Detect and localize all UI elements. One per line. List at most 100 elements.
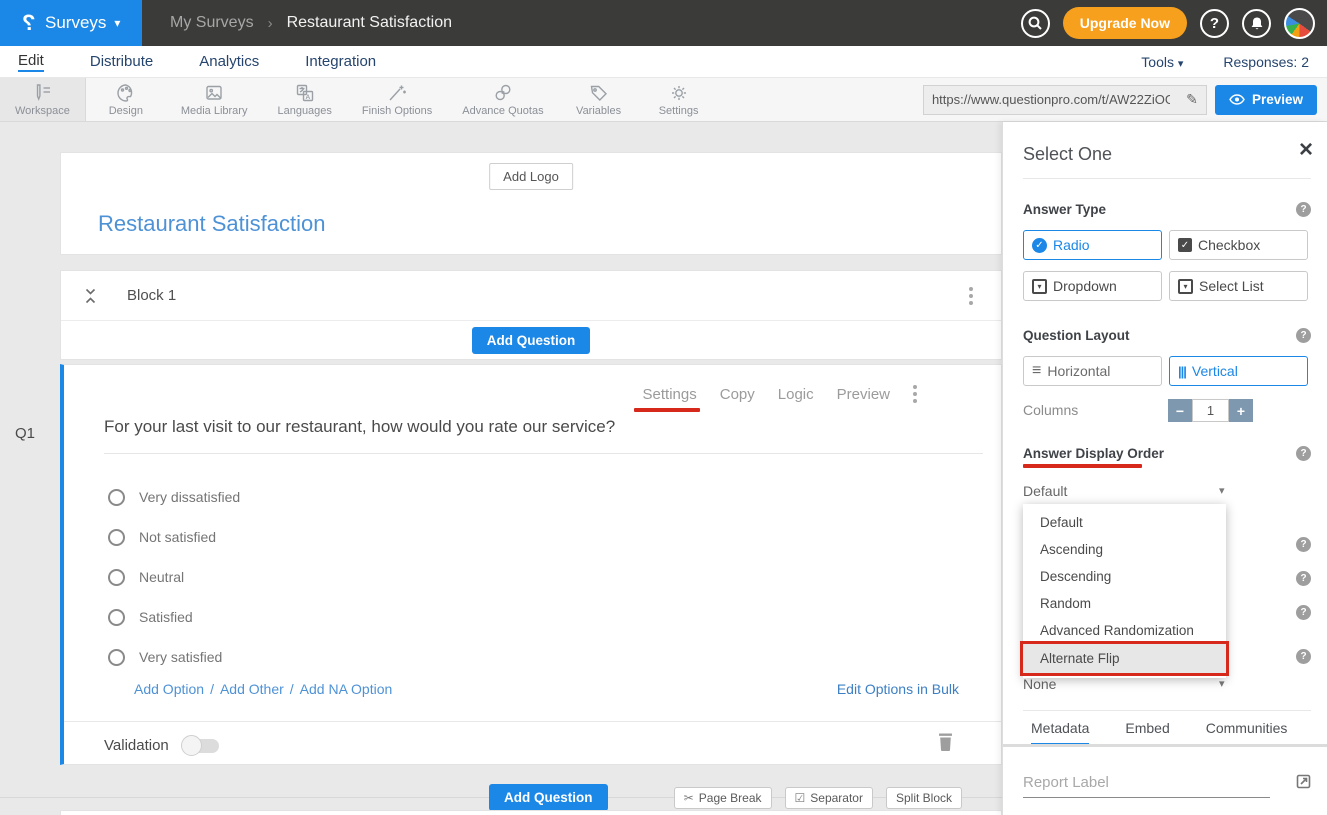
tab-metadata[interactable]: Metadata: [1031, 720, 1089, 746]
none-select[interactable]: None ▾: [1023, 676, 1233, 692]
hidden-setting-help-icon[interactable]: ?: [1296, 537, 1311, 552]
toolbar-item-settings[interactable]: Settings: [639, 78, 719, 121]
edit-options-in-bulk-link[interactable]: Edit Options in Bulk: [837, 681, 959, 697]
toolbar-item-media-library[interactable]: Media Library: [166, 78, 263, 121]
panel-tabs-underline: [1003, 744, 1327, 747]
radio-icon[interactable]: [108, 569, 125, 586]
toolbar-item-advance-quotas[interactable]: Advance Quotas: [447, 78, 558, 121]
option-label[interactable]: Very satisfied: [139, 649, 222, 665]
hidden-setting-help-icon[interactable]: ?: [1296, 649, 1311, 664]
answer-display-order-label: Answer Display Order: [1023, 446, 1164, 461]
menu-item-advanced-randomization[interactable]: Advanced Randomization: [1023, 617, 1226, 644]
question-tab-copy[interactable]: Copy: [720, 386, 755, 403]
columns-label: Columns: [1023, 402, 1078, 418]
option-label[interactable]: Satisfied: [139, 609, 193, 625]
radio-icon[interactable]: [108, 609, 125, 626]
report-label-input[interactable]: [1023, 770, 1270, 798]
answer-type-select-list-button[interactable]: ▾ Select List: [1169, 271, 1308, 301]
help-button[interactable]: ?: [1200, 9, 1229, 38]
answer-display-order-help-icon[interactable]: ?: [1296, 446, 1311, 461]
help-icon: ?: [1210, 15, 1219, 32]
separator-button[interactable]: ☑ Separator: [785, 787, 873, 809]
question-tab-settings[interactable]: Settings: [643, 386, 697, 403]
survey-url-input[interactable]: [924, 92, 1178, 107]
columns-value[interactable]: 1: [1192, 399, 1229, 422]
menu-item-ascending[interactable]: Ascending: [1023, 536, 1226, 563]
tab-distribute[interactable]: Distribute: [90, 53, 153, 70]
question-text[interactable]: For your last visit to our restaurant, h…: [104, 417, 615, 437]
columns-stepper: − 1 +: [1168, 399, 1253, 422]
delete-question-button[interactable]: [938, 733, 953, 756]
add-na-option-link[interactable]: Add NA Option: [300, 681, 393, 697]
slash-separator: /: [210, 681, 214, 697]
close-panel-button[interactable]: ×: [1299, 138, 1313, 162]
option-label[interactable]: Neutral: [139, 569, 184, 585]
search-button[interactable]: [1021, 9, 1050, 38]
add-option-link[interactable]: Add Option: [134, 681, 204, 697]
option-label[interactable]: Not satisfied: [139, 529, 216, 545]
page-break-button[interactable]: ✂ Page Break: [674, 787, 772, 809]
questionpro-survey-editor: ? Surveys ▾ My Surveys › Restaurant Sati…: [0, 0, 1327, 815]
hidden-setting-help-icon[interactable]: ?: [1296, 571, 1311, 586]
split-block-button[interactable]: Split Block: [886, 787, 962, 809]
tab-edit[interactable]: Edit: [18, 52, 44, 72]
toolbar-item-design[interactable]: Design: [86, 78, 166, 121]
edit-url-pencil-icon[interactable]: ✎: [1178, 91, 1206, 108]
option-label[interactable]: Very dissatisfied: [139, 489, 240, 505]
block-title[interactable]: Block 1: [127, 287, 176, 304]
tab-communities[interactable]: Communities: [1206, 720, 1288, 746]
question-menu-button[interactable]: [913, 385, 917, 403]
toolbar-item-finish-options[interactable]: Finish Options: [347, 78, 447, 121]
menu-item-default[interactable]: Default: [1023, 509, 1226, 536]
breadcrumb: My Surveys › Restaurant Satisfaction: [170, 14, 452, 32]
hidden-setting-help-icon[interactable]: ?: [1296, 605, 1311, 620]
radio-icon[interactable]: [108, 529, 125, 546]
toolbar-item-languages[interactable]: A Languages: [262, 78, 346, 121]
radio-icon[interactable]: [108, 489, 125, 506]
surveys-product-menu[interactable]: ? Surveys ▾: [0, 0, 142, 46]
add-logo-button[interactable]: Add Logo: [489, 163, 573, 190]
answer-type-dropdown-button[interactable]: ▾ Dropdown: [1023, 271, 1162, 301]
columns-increment-button[interactable]: +: [1229, 399, 1253, 422]
tools-menu[interactable]: Tools ▾: [1141, 54, 1183, 70]
answer-type-checkbox-button[interactable]: ✓ Checkbox: [1169, 230, 1308, 260]
breadcrumb-separator-icon: ›: [268, 15, 273, 32]
tab-analytics[interactable]: Analytics: [199, 53, 259, 70]
notifications-button[interactable]: [1242, 9, 1271, 38]
report-label-field: [1023, 770, 1270, 798]
survey-title[interactable]: Restaurant Satisfaction: [98, 211, 325, 237]
answer-display-order-select[interactable]: Default ▾: [1023, 483, 1233, 499]
responses-count[interactable]: Responses: 2: [1223, 54, 1309, 70]
tab-integration[interactable]: Integration: [305, 53, 376, 70]
user-avatar[interactable]: [1284, 8, 1315, 39]
answer-option-row: Not satisfied: [108, 517, 240, 557]
breadcrumb-my-surveys[interactable]: My Surveys: [170, 14, 254, 32]
layout-vertical-button[interactable]: ||| Vertical: [1169, 356, 1308, 386]
add-other-link[interactable]: Add Other: [220, 681, 284, 697]
answer-type-help-icon[interactable]: ?: [1296, 202, 1311, 217]
question-layout-help-icon[interactable]: ?: [1296, 328, 1311, 343]
menu-item-alternate-flip[interactable]: Alternate Flip: [1023, 644, 1226, 673]
tab-embed[interactable]: Embed: [1125, 720, 1169, 746]
add-question-button-bottom[interactable]: Add Question: [489, 784, 608, 811]
columns-decrement-button[interactable]: −: [1168, 399, 1192, 422]
menu-item-random[interactable]: Random: [1023, 590, 1226, 617]
toolbar-item-variables[interactable]: Variables: [559, 78, 639, 121]
question-tab-preview[interactable]: Preview: [837, 386, 890, 403]
expand-report-label-icon[interactable]: [1296, 774, 1311, 794]
toolbar-item-workspace[interactable]: Workspace: [0, 78, 86, 121]
collapse-block-button[interactable]: [84, 288, 97, 304]
preview-button[interactable]: Preview: [1215, 85, 1317, 115]
layout-horizontal-button[interactable]: ≡ Horizontal: [1023, 356, 1162, 386]
block-menu-button[interactable]: [969, 287, 973, 305]
survey-header-card: Add Logo Restaurant Satisfaction: [60, 152, 1002, 255]
dropdown-box-icon: ▾: [1178, 279, 1193, 294]
question-tab-logic[interactable]: Logic: [778, 386, 814, 403]
radio-icon[interactable]: [108, 649, 125, 666]
menu-item-descending[interactable]: Descending: [1023, 563, 1226, 590]
answer-type-radio-button[interactable]: ✓ Radio: [1023, 230, 1162, 260]
add-question-button[interactable]: Add Question: [472, 327, 591, 354]
panel-divider: [1023, 178, 1311, 179]
upgrade-now-button[interactable]: Upgrade Now: [1063, 7, 1187, 39]
validation-toggle[interactable]: [183, 739, 219, 753]
